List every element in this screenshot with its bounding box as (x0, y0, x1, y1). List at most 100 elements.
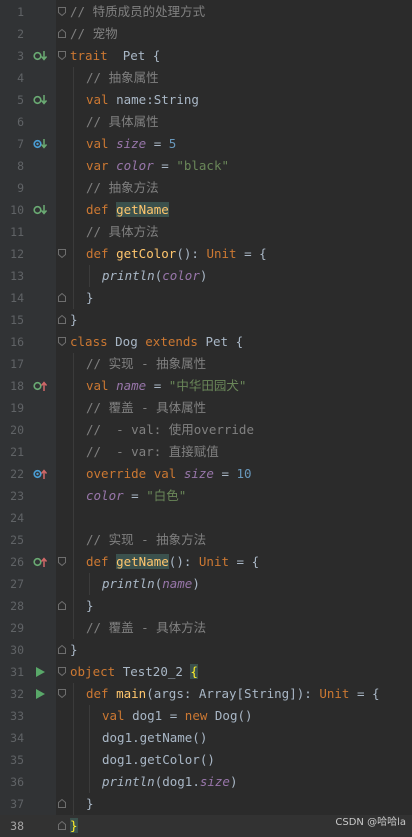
line-number[interactable]: 11 (0, 221, 24, 243)
code-text[interactable]: def getColor(): Unit = { (86, 243, 267, 265)
line-number[interactable]: 5 (0, 89, 24, 111)
line-number[interactable]: 7 (0, 133, 24, 155)
code-text[interactable]: def getName (86, 199, 169, 221)
code-text[interactable]: val name = "中华田园犬" (86, 375, 246, 397)
line-number[interactable]: 18 (0, 375, 24, 397)
fold-end-icon[interactable] (58, 821, 66, 830)
line-number[interactable]: 13 (0, 265, 24, 287)
code-line[interactable]: 17 // 实现 - 抽象属性 (0, 353, 412, 375)
fold-start-icon[interactable] (58, 249, 66, 258)
fold-start-icon[interactable] (58, 51, 66, 60)
code-text[interactable]: // - var: 直接赋值 (86, 441, 219, 463)
line-number[interactable]: 15 (0, 309, 24, 331)
code-text[interactable]: } (86, 793, 94, 815)
code-text[interactable]: } (86, 595, 94, 617)
code-line[interactable]: 21 // - var: 直接赋值 (0, 441, 412, 463)
fold-start-icon[interactable] (58, 667, 66, 676)
code-line[interactable]: 20 // - val: 使用override (0, 419, 412, 441)
run-gutter-icon[interactable] (33, 688, 47, 700)
run-gutter-icon[interactable] (33, 666, 47, 678)
fold-start-icon[interactable] (58, 337, 66, 346)
code-line[interactable]: 22 override val size = 10 (0, 463, 412, 485)
code-line[interactable]: 18 val name = "中华田园犬" (0, 375, 412, 397)
code-text[interactable]: // 宠物 (70, 23, 118, 45)
code-line[interactable]: 7 val size = 5 (0, 133, 412, 155)
code-line[interactable]: 26 def getName(): Unit = { (0, 551, 412, 573)
code-line[interactable]: 13 println(color) (0, 265, 412, 287)
code-line[interactable]: 4 // 抽象属性 (0, 67, 412, 89)
code-line[interactable]: 14} (0, 287, 412, 309)
code-text[interactable]: trait Pet { (70, 45, 160, 67)
fold-start-icon[interactable] (58, 557, 66, 566)
code-text[interactable]: val name:String (86, 89, 199, 111)
code-text[interactable]: override val size = 10 (86, 463, 252, 485)
code-line[interactable]: 30} (0, 639, 412, 661)
code-text[interactable]: // 实现 - 抽象属性 (86, 353, 206, 375)
line-number[interactable]: 22 (0, 463, 24, 485)
line-number[interactable]: 36 (0, 771, 24, 793)
line-number[interactable]: 12 (0, 243, 24, 265)
line-number[interactable]: 9 (0, 177, 24, 199)
line-number[interactable]: 34 (0, 727, 24, 749)
code-text[interactable]: } (70, 639, 78, 661)
code-text[interactable]: var color = "black" (86, 155, 229, 177)
line-number[interactable]: 19 (0, 397, 24, 419)
line-number[interactable]: 6 (0, 111, 24, 133)
implementing-gutter-icon[interactable] (33, 380, 47, 392)
code-line[interactable]: 27 println(name) (0, 573, 412, 595)
line-number[interactable]: 26 (0, 551, 24, 573)
code-text[interactable]: } (86, 287, 94, 309)
line-number[interactable]: 16 (0, 331, 24, 353)
fold-end-icon[interactable] (58, 645, 66, 654)
code-line[interactable]: 8 var color = "black" (0, 155, 412, 177)
code-text[interactable]: } (70, 815, 78, 837)
code-text[interactable]: dog1.getColor() (102, 749, 215, 771)
overriding-gutter-icon[interactable] (33, 468, 47, 480)
line-number[interactable]: 2 (0, 23, 24, 45)
fold-end-icon[interactable] (58, 799, 66, 808)
line-number[interactable]: 35 (0, 749, 24, 771)
code-text[interactable]: class Dog extends Pet { (70, 331, 243, 353)
code-line[interactable]: 35 dog1.getColor() (0, 749, 412, 771)
fold-end-icon[interactable] (58, 29, 66, 38)
line-number[interactable]: 8 (0, 155, 24, 177)
line-number[interactable]: 3 (0, 45, 24, 67)
implementing-gutter-icon[interactable] (33, 556, 47, 568)
code-line[interactable]: 12 def getColor(): Unit = { (0, 243, 412, 265)
code-line[interactable]: 32 def main(args: Array[String]): Unit = … (0, 683, 412, 705)
code-line[interactable]: 36 println(dog1.size) (0, 771, 412, 793)
code-text[interactable]: dog1.getName() (102, 727, 207, 749)
code-text[interactable]: val size = 5 (86, 133, 176, 155)
line-number[interactable]: 20 (0, 419, 24, 441)
fold-start-icon[interactable] (58, 7, 66, 16)
code-line[interactable]: 19 // 覆盖 - 具体属性 (0, 397, 412, 419)
code-text[interactable]: object Test20_2 { (70, 661, 198, 683)
fold-end-icon[interactable] (58, 293, 66, 302)
code-text[interactable]: def main(args: Array[String]): Unit = { (86, 683, 380, 705)
line-number[interactable]: 31 (0, 661, 24, 683)
code-line[interactable]: 31 object Test20_2 { (0, 661, 412, 683)
line-number[interactable]: 30 (0, 639, 24, 661)
code-line[interactable]: 16 class Dog extends Pet { (0, 331, 412, 353)
fold-end-icon[interactable] (58, 601, 66, 610)
code-text[interactable]: // 具体属性 (86, 111, 159, 133)
code-line[interactable]: 9 // 抽象方法 (0, 177, 412, 199)
implemented-gutter-icon[interactable] (33, 50, 47, 62)
line-number[interactable]: 25 (0, 529, 24, 551)
code-line[interactable]: 24 (0, 507, 412, 529)
code-text[interactable]: println(name) (102, 573, 200, 595)
line-number[interactable]: 14 (0, 287, 24, 309)
overridden-gutter-icon[interactable] (33, 138, 47, 150)
code-line[interactable]: 1 // 特质成员的处理方式 (0, 1, 412, 23)
code-line[interactable]: 34 dog1.getName() (0, 727, 412, 749)
implemented-gutter-icon[interactable] (33, 204, 47, 216)
code-line[interactable]: 25 // 实现 - 抽象方法 (0, 529, 412, 551)
code-text[interactable]: def getName(): Unit = { (86, 551, 259, 573)
code-line[interactable]: 28} (0, 595, 412, 617)
fold-end-icon[interactable] (58, 315, 66, 324)
code-line[interactable]: 3 trait Pet { (0, 45, 412, 67)
line-number[interactable]: 33 (0, 705, 24, 727)
line-number[interactable]: 23 (0, 485, 24, 507)
line-number[interactable]: 38 (0, 815, 24, 837)
line-number[interactable]: 4 (0, 67, 24, 89)
